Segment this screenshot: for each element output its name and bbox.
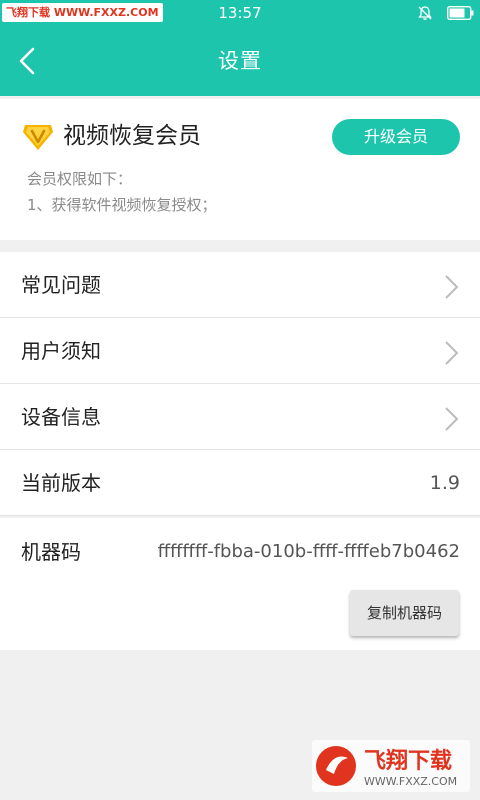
version-row: 当前版本 1.9	[0, 450, 480, 516]
menu-item-label: 设备信息	[21, 405, 101, 429]
menu-item-label: 用户须知	[21, 339, 101, 363]
status-bar: 飞翔下载 WWW.FXXZ.COM 13:57	[0, 0, 480, 26]
machine-code-label: 机器码	[21, 540, 81, 564]
member-perm-item: 1、获得软件视频恢复授权；	[27, 196, 217, 214]
page-title: 设置	[218, 49, 262, 73]
member-title: 视频恢复会员	[63, 123, 201, 149]
status-time: 13:57	[218, 4, 262, 22]
svg-text:WWW.FXXZ.COM: WWW.FXXZ.COM	[364, 775, 457, 788]
menu-item-user-notice[interactable]: 用户须知	[0, 318, 480, 384]
menu-item-device-info[interactable]: 设备信息	[0, 384, 480, 450]
settings-list: 常见问题 用户须知 设备信息 当前版本 1.9	[0, 252, 480, 516]
menu-item-label: 常见问题	[21, 273, 101, 297]
bell-off-icon	[418, 6, 432, 20]
member-perm-heading: 会员权限如下：	[27, 170, 133, 188]
machine-code-value: ffffffff-fbba-010b-ffff-ffffeb7b0462	[157, 541, 460, 562]
machine-code-section: 机器码 ffffffff-fbba-010b-ffff-ffffeb7b0462…	[0, 518, 480, 650]
chevron-right-icon	[445, 407, 459, 431]
watermark-logo: 飞翔下载 WWW.FXXZ.COM	[312, 740, 470, 792]
app-header: 设置	[0, 26, 480, 96]
chevron-right-icon	[445, 341, 459, 365]
svg-text:飞翔下载: 飞翔下载	[364, 748, 452, 774]
chevron-right-icon	[445, 275, 459, 299]
version-label: 当前版本	[21, 471, 101, 495]
battery-icon	[447, 6, 474, 20]
menu-item-faq[interactable]: 常见问题	[0, 252, 480, 318]
upgrade-member-button[interactable]: 升级会员	[332, 119, 460, 155]
vip-diamond-icon	[23, 125, 53, 150]
copy-machine-code-button[interactable]: 复制机器码	[350, 590, 459, 636]
version-value: 1.9	[429, 472, 460, 494]
